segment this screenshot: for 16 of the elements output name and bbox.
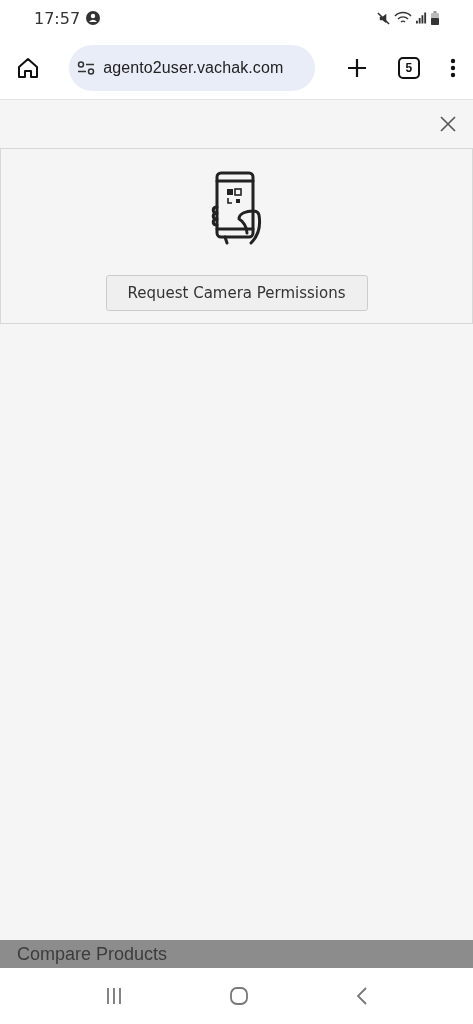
address-bar[interactable]: agento2user.vachak.com [69,44,316,91]
home-button-icon[interactable] [229,986,250,1006]
home-icon[interactable] [16,55,40,80]
recent-apps-icon[interactable] [105,987,124,1005]
account-icon [86,11,101,25]
close-icon[interactable] [440,116,456,132]
status-time: 17:57 [34,8,81,28]
signal-icon [416,12,427,24]
wifi-icon [394,11,412,25]
tab-count-button[interactable]: 5 [397,56,420,79]
url-text: agento2user.vachak.com [103,58,284,77]
request-camera-button[interactable]: Request Camera Permissions [105,275,368,311]
back-icon[interactable] [355,986,368,1006]
mute-icon [377,11,390,25]
site-settings-icon[interactable] [77,60,96,75]
battery-icon [431,11,439,25]
